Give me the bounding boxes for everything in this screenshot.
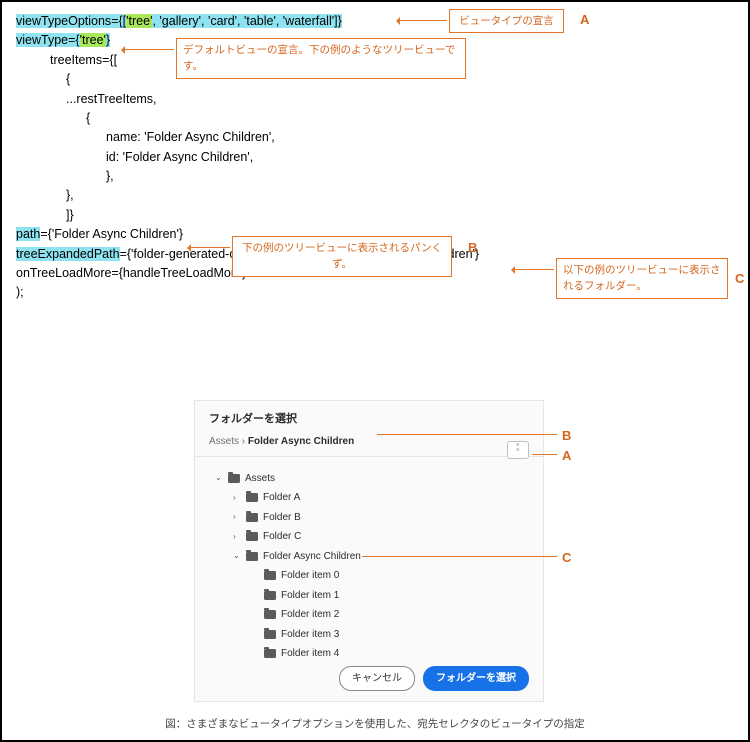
leader-a xyxy=(532,454,557,455)
callout-c: 以下の例のツリービューに表示されるフォルダー。 xyxy=(556,258,728,299)
prop-viewtypeoptions: viewTypeOptions xyxy=(16,14,111,28)
folder-icon xyxy=(228,474,240,483)
chevron-right-icon: › xyxy=(233,511,241,523)
tree-view: ⌄ Assets › Folder A › Folder B › Folder … xyxy=(195,457,543,664)
folder-icon xyxy=(246,493,258,502)
figure-caption: 図：さまざまなビュータイプオプションを使用した、宛先セレクタのビュータイプの指定 xyxy=(2,716,748,732)
code-line-10: }, xyxy=(16,186,738,205)
code-line-9: }, xyxy=(16,167,738,186)
tree-node-item-2[interactable]: Folder item 2 xyxy=(215,605,529,625)
letter-c: C xyxy=(735,269,744,289)
code-line-7: name: 'Folder Async Children', xyxy=(16,128,738,147)
code-line-1: viewTypeOptions={['tree', 'gallery', 'ca… xyxy=(16,12,738,31)
arrow-default xyxy=(122,49,174,50)
prop-treeexpandedpath: treeExpandedPath xyxy=(16,247,120,261)
letter-a: A xyxy=(580,10,589,30)
dialog-title: フォルダーを選択 xyxy=(195,401,543,434)
chevron-right-icon: › xyxy=(233,492,241,504)
breadcrumb-root[interactable]: Assets xyxy=(209,436,239,447)
letter-a2: A xyxy=(562,446,571,466)
leader-c xyxy=(362,556,557,557)
tree-node-item-3[interactable]: Folder item 3 xyxy=(215,625,529,645)
leader-b xyxy=(377,434,557,435)
breadcrumb-current: Folder Async Children xyxy=(248,436,354,447)
breadcrumb: Assets › Folder Async Children xyxy=(195,434,543,457)
folder-icon xyxy=(264,610,276,619)
code-line-5: ...restTreeItems, xyxy=(16,90,738,109)
folder-icon xyxy=(246,552,258,561)
arrow-c xyxy=(512,269,554,270)
folder-icon xyxy=(264,571,276,580)
tree-node-folder-a[interactable]: › Folder A xyxy=(215,488,529,508)
letter-b2: B xyxy=(562,426,571,446)
prop-path: path xyxy=(16,227,40,241)
select-folder-button[interactable]: フォルダーを選択 xyxy=(423,666,529,692)
code-line-8: id: 'Folder Async Children', xyxy=(16,148,738,167)
callout-b: 下の例のツリービューに表示されるパンくず。 xyxy=(232,236,452,277)
tree-node-folder-c[interactable]: › Folder C xyxy=(215,527,529,547)
tree-node-item-0[interactable]: Folder item 0 xyxy=(215,566,529,586)
arrow-b xyxy=(188,247,230,248)
tree-node-folder-b[interactable]: › Folder B xyxy=(215,508,529,528)
folder-icon xyxy=(264,649,276,658)
letter-c2: C xyxy=(562,548,571,568)
chevron-right-icon: › xyxy=(233,531,241,543)
folder-picker-dialog: フォルダーを選択 Assets › Folder Async Children … xyxy=(194,400,544,702)
folder-icon xyxy=(246,532,258,541)
letter-b: B xyxy=(468,238,477,258)
tree-node-assets[interactable]: ⌄ Assets xyxy=(215,469,529,489)
chevron-down-icon: ⌄ xyxy=(215,472,223,484)
arrow-a xyxy=(397,20,447,21)
chevron-down-icon: ⌄ xyxy=(233,550,241,562)
tree-node-item-1[interactable]: Folder item 1 xyxy=(215,586,529,606)
code-line-6: { xyxy=(16,109,738,128)
figure-container: viewTypeOptions={['tree', 'gallery', 'ca… xyxy=(0,0,750,742)
folder-icon xyxy=(264,591,276,600)
tree-node-item-4[interactable]: Folder item 4 xyxy=(215,644,529,664)
viewtype-switcher-button[interactable]: ≡≡ xyxy=(507,441,529,459)
prop-viewtype: viewType xyxy=(16,33,68,47)
callout-default: デフォルトビューの宣言。下の例のようなツリービューです。 xyxy=(176,38,466,79)
folder-icon xyxy=(264,630,276,639)
dialog-footer: キャンセル フォルダーを選択 xyxy=(339,666,529,692)
cancel-button[interactable]: キャンセル xyxy=(339,666,415,692)
callout-a: ビュータイプの宣言 xyxy=(449,9,564,33)
value-tree: 'tree' xyxy=(126,14,152,28)
folder-icon xyxy=(246,513,258,522)
code-line-11: ]} xyxy=(16,206,738,225)
